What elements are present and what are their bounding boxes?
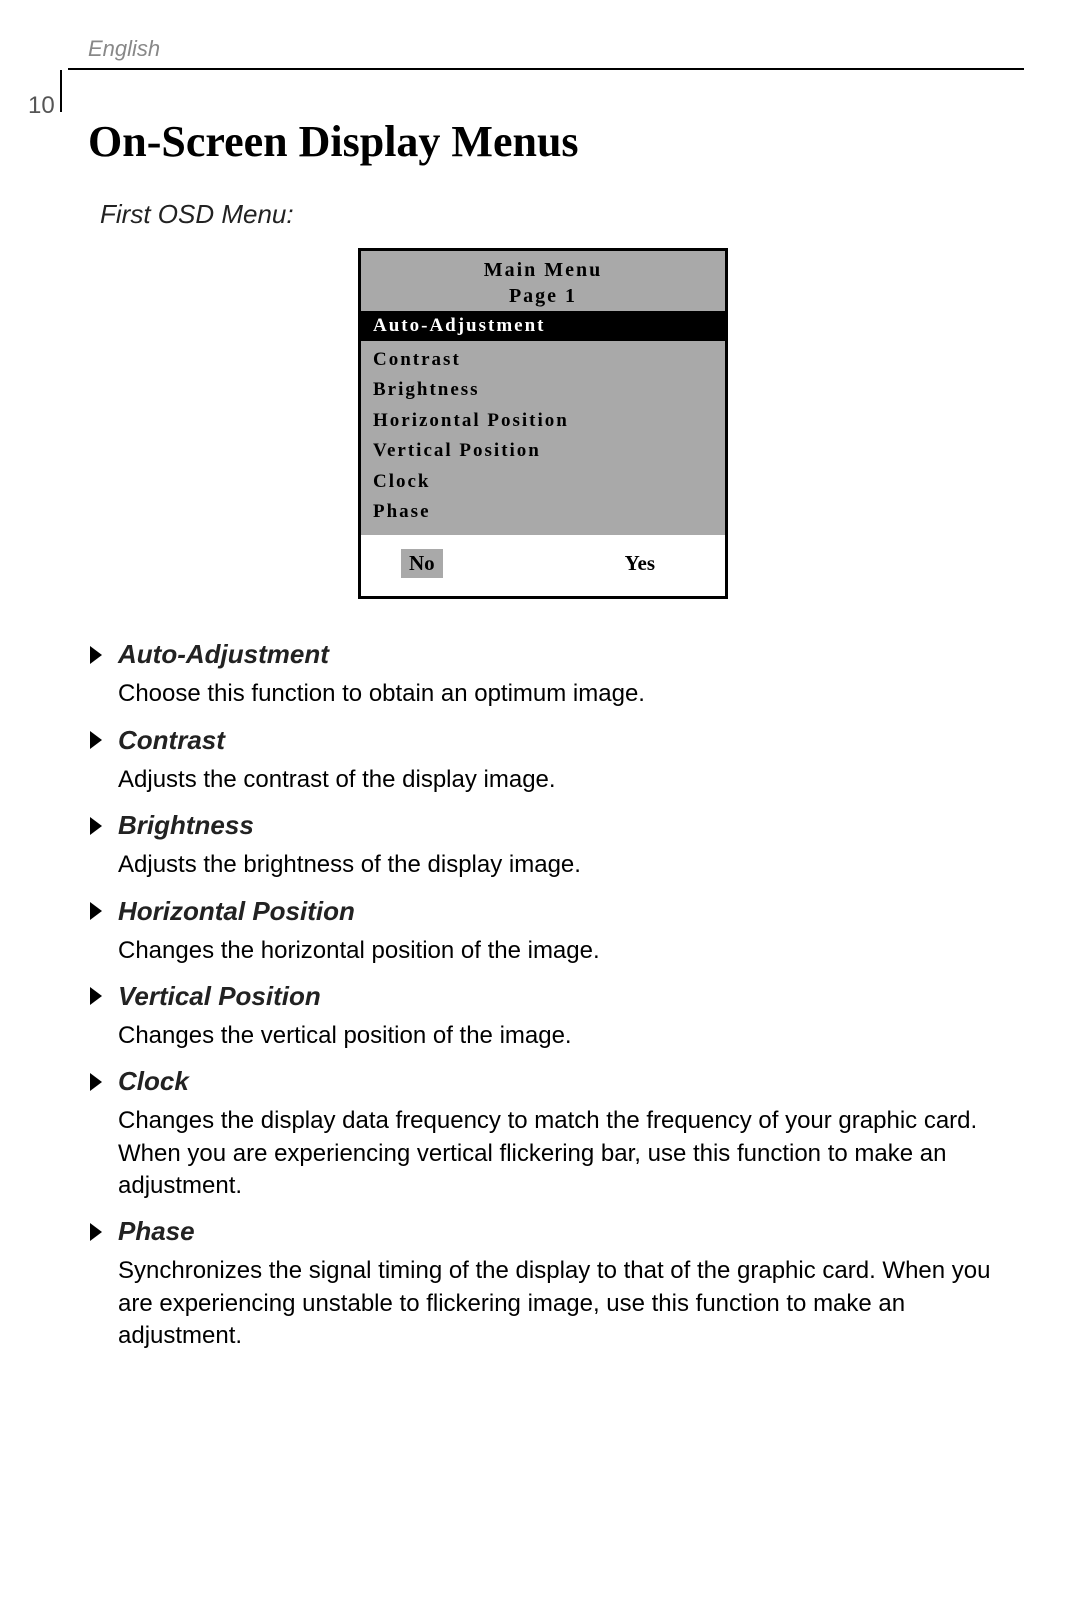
description-text: Synchronizes the signal timing of the di… [118,1255,1024,1352]
osd-items-list: Contrast Brightness Horizontal Position … [361,341,725,535]
osd-item: Brightness [373,375,713,405]
osd-footer: No Yes [361,535,725,596]
bullet-triangle-icon [90,731,102,749]
page-title: On-Screen Display Menus [88,116,1024,167]
description-title: Auto-Adjustment [118,639,329,670]
osd-header: Main Menu Page 1 [361,251,725,311]
osd-item: Clock [373,467,713,497]
page-number: 10 [28,92,55,120]
bullet-triangle-icon [90,1073,102,1091]
description-block: Brightness Adjusts the brightness of the… [88,810,1024,881]
description-text: Changes the horizontal position of the i… [118,935,1024,967]
bullet-triangle-icon [90,817,102,835]
description-block: Contrast Adjusts the contrast of the dis… [88,725,1024,796]
language-label: English [88,36,1080,62]
description-title: Horizontal Position [118,896,355,927]
description-text: Adjusts the contrast of the display imag… [118,764,1024,796]
osd-no-option: No [401,549,443,578]
page-tick [60,70,62,112]
osd-header-line2: Page 1 [361,283,725,309]
osd-item: Horizontal Position [373,406,713,436]
osd-header-line1: Main Menu [361,257,725,283]
osd-item: Phase [373,497,713,527]
description-title: Brightness [118,810,254,841]
description-block: Auto-Adjustment Choose this function to … [88,639,1024,710]
bullet-triangle-icon [90,1223,102,1241]
osd-menu-box: Main Menu Page 1 Auto-Adjustment Contras… [358,248,728,599]
header-rule [68,68,1024,70]
description-block: Phase Synchronizes the signal timing of … [88,1216,1024,1352]
osd-yes-option: Yes [625,551,655,576]
description-title: Contrast [118,725,225,756]
description-text: Adjusts the brightness of the display im… [118,849,1024,881]
section-subtitle: First OSD Menu: [100,199,1024,230]
description-title: Vertical Position [118,981,321,1012]
description-text: Changes the display data frequency to ma… [118,1105,1024,1202]
description-block: Horizontal Position Changes the horizont… [88,896,1024,967]
description-title: Clock [118,1066,189,1097]
description-list: Auto-Adjustment Choose this function to … [88,639,1024,1352]
description-text: Changes the vertical position of the ima… [118,1020,1024,1052]
description-block: Vertical Position Changes the vertical p… [88,981,1024,1052]
description-block: Clock Changes the display data frequency… [88,1066,1024,1202]
bullet-triangle-icon [90,987,102,1005]
description-text: Choose this function to obtain an optimu… [118,678,1024,710]
bullet-triangle-icon [90,646,102,664]
osd-selected-item: Auto-Adjustment [361,311,725,341]
bullet-triangle-icon [90,902,102,920]
description-title: Phase [118,1216,195,1247]
osd-item: Vertical Position [373,436,713,466]
osd-item: Contrast [373,345,713,375]
